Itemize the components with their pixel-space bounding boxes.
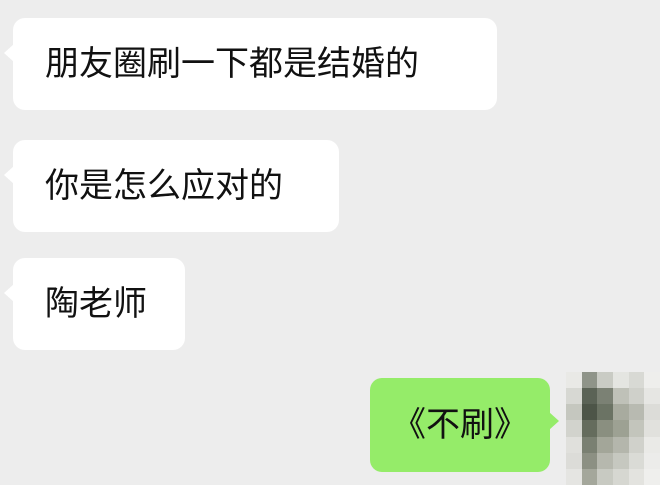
outgoing-message-bubble[interactable]: 《不刷》 bbox=[370, 378, 559, 472]
incoming-message-bubble[interactable]: 朋友圈刷一下都是结婚的 bbox=[4, 18, 497, 110]
chat-area: 朋友圈刷一下都是结婚的 你是怎么应对的 陶老师 《不刷》 bbox=[0, 0, 660, 485]
bubble-tail bbox=[4, 284, 14, 302]
bubble-tail bbox=[4, 44, 14, 62]
bubble-tail bbox=[4, 166, 14, 184]
message-text: 陶老师 bbox=[45, 284, 147, 324]
incoming-message-bubble[interactable]: 陶老师 bbox=[4, 258, 185, 350]
bubble-tail bbox=[549, 412, 559, 430]
incoming-message-bubble[interactable]: 你是怎么应对的 bbox=[4, 140, 339, 232]
avatar-icon[interactable] bbox=[566, 372, 660, 485]
message-text: 《不刷》 bbox=[392, 405, 528, 445]
message-text: 你是怎么应对的 bbox=[45, 166, 283, 206]
message-text: 朋友圈刷一下都是结婚的 bbox=[45, 44, 419, 84]
